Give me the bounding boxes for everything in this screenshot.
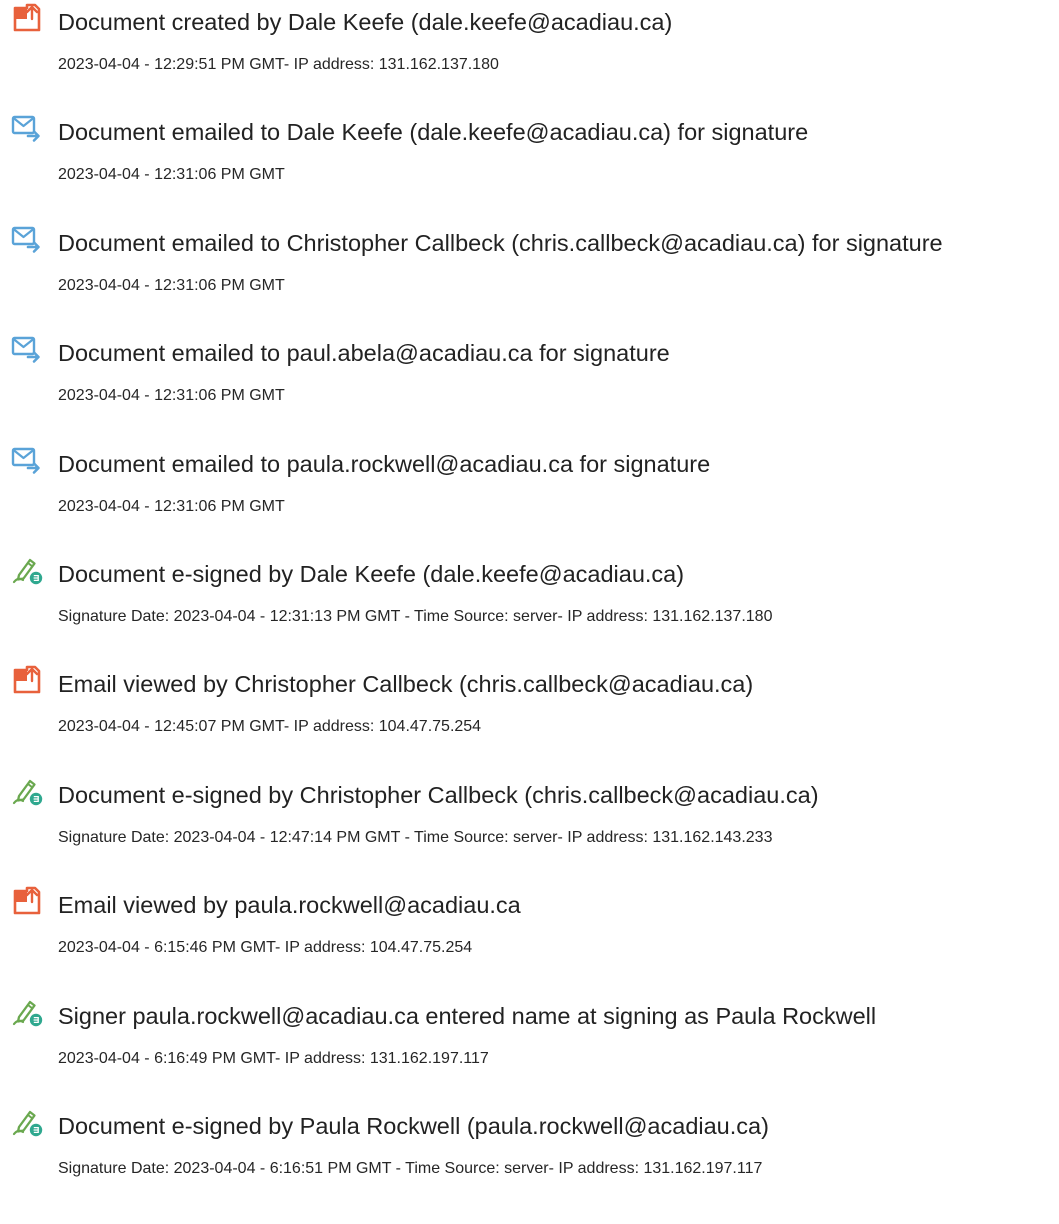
event-detail: Signature Date: 2023-04-04 - 12:31:13 PM… bbox=[58, 608, 773, 625]
document-viewed-icon bbox=[11, 664, 43, 696]
history-event: Signer paula.rockwell@acadiau.ca entered… bbox=[0, 996, 1059, 1076]
history-event: Email viewed by Christopher Callbeck (ch… bbox=[0, 664, 1059, 744]
e-sign-pen-icon bbox=[11, 996, 43, 1028]
event-title: Email viewed by paula.rockwell@acadiau.c… bbox=[58, 892, 521, 919]
history-event: Document emailed to Dale Keefe (dale.kee… bbox=[0, 112, 1059, 192]
e-sign-pen-icon bbox=[11, 1106, 43, 1138]
email-sent-icon bbox=[11, 223, 43, 255]
event-title: Document created by Dale Keefe (dale.kee… bbox=[58, 9, 673, 35]
event-title: Document emailed to paula.rockwell@acadi… bbox=[58, 450, 711, 477]
event-detail: Signature Date: 2023-04-04 - 12:47:14 PM… bbox=[58, 828, 773, 846]
event-title: Signer paula.rockwell@acadiau.ca entered… bbox=[58, 1002, 877, 1029]
history-event: Document emailed to Christopher Callbeck… bbox=[0, 223, 1059, 303]
email-sent-icon bbox=[11, 444, 43, 476]
event-title: Document e-signed by Christopher Callbec… bbox=[58, 781, 819, 808]
document-created-icon bbox=[11, 2, 43, 34]
e-sign-pen-icon bbox=[11, 775, 43, 807]
event-detail: 2023-04-04 - 6:16:49 PM GMT- IP address:… bbox=[58, 1049, 489, 1067]
history-event: Document e-signed by Christopher Callbec… bbox=[0, 775, 1059, 855]
history-event: Document emailed to paul.abela@acadiau.c… bbox=[0, 333, 1059, 413]
history-event: Document e-signed by Paula Rockwell (pau… bbox=[0, 1106, 1059, 1186]
event-detail: 2023-04-04 - 12:45:07 PM GMT- IP address… bbox=[58, 718, 482, 736]
email-sent-icon bbox=[11, 333, 43, 365]
e-sign-pen-icon bbox=[11, 554, 43, 586]
event-detail: 2023-04-04 - 12:29:51 PM GMT- IP address… bbox=[58, 56, 499, 73]
event-detail: 2023-04-04 - 6:15:46 PM GMT- IP address:… bbox=[58, 939, 473, 957]
event-detail: 2023-04-04 - 12:31:06 PM GMT bbox=[58, 497, 285, 515]
event-title: Document emailed to Christopher Callbeck… bbox=[58, 229, 943, 256]
event-title: Document emailed to paul.abela@acadiau.c… bbox=[58, 340, 670, 367]
history-event: Document created by Dale Keefe (dale.kee… bbox=[0, 2, 1059, 82]
history-event: Email viewed by paula.rockwell@acadiau.c… bbox=[0, 885, 1059, 965]
event-detail: 2023-04-04 - 12:31:06 PM GMT bbox=[58, 276, 285, 294]
email-sent-icon bbox=[11, 112, 43, 144]
history-event: Document emailed to paula.rockwell@acadi… bbox=[0, 444, 1059, 524]
event-detail: 2023-04-04 - 12:31:06 PM GMT bbox=[58, 387, 285, 405]
event-title: Document emailed to Dale Keefe (dale.kee… bbox=[58, 119, 809, 146]
event-title: Document e-signed by Dale Keefe (dale.ke… bbox=[58, 561, 685, 587]
event-title: Email viewed by Christopher Callbeck (ch… bbox=[58, 671, 754, 698]
event-title: Document e-signed by Paula Rockwell (pau… bbox=[58, 1113, 769, 1139]
history-event: Document e-signed by Dale Keefe (dale.ke… bbox=[0, 554, 1059, 634]
document-viewed-icon bbox=[11, 885, 43, 917]
event-detail: Signature Date: 2023-04-04 - 6:16:51 PM … bbox=[58, 1160, 763, 1177]
event-detail: 2023-04-04 - 12:31:06 PM GMT bbox=[58, 166, 285, 184]
